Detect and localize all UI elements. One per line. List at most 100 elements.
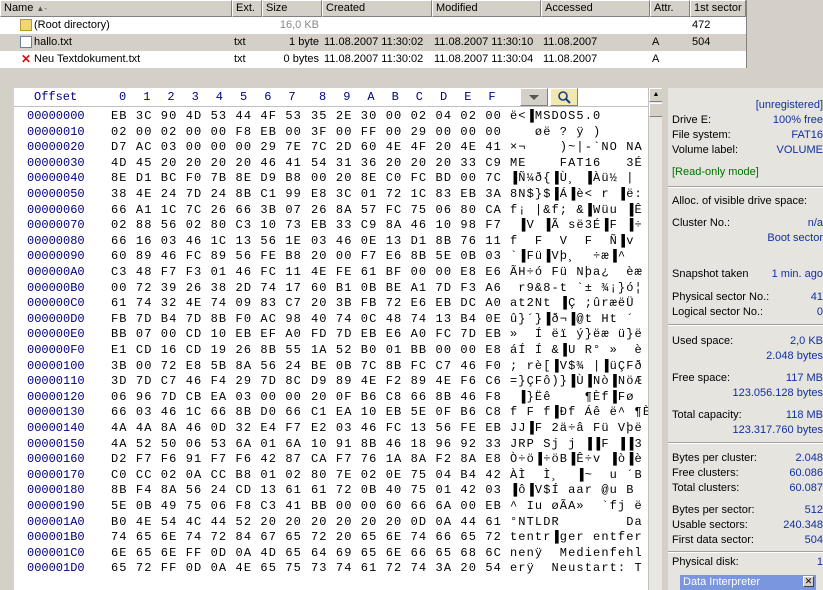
hex-bytes-high[interactable]: 60 B1 0B BE A1 7D F3 A6 bbox=[311, 280, 502, 296]
hex-row[interactable]: 00000090 60 89 46 FC 89 56 FE B8 20 00 F7 … bbox=[14, 248, 648, 264]
hex-bytes-high[interactable]: CA F7 76 1A 8A F2 8A E8 bbox=[311, 451, 502, 467]
hex-offset[interactable]: 000000A0 bbox=[27, 264, 85, 280]
hex-offset[interactable]: 00000180 bbox=[27, 482, 85, 498]
hex-row[interactable]: 000000D0 FB 7D B4 7D 8B F0 AC 98 40 74 0C … bbox=[14, 311, 648, 327]
hex-row[interactable]: 000001C0 6E 65 6E FF 0D 0A 4D 65 64 69 65 … bbox=[14, 545, 648, 561]
hex-bytes-high[interactable]: 20 00 F7 E6 8B 5E 0B 03 bbox=[311, 248, 502, 264]
hex-text[interactable]: JJ▐F 2ä÷â Fü Vþë bbox=[510, 420, 650, 436]
hex-bytes-low[interactable]: 02 88 56 02 80 C3 10 73 bbox=[111, 217, 302, 233]
hex-bytes-high[interactable]: C1 EA 10 EB 5E 0F B6 C8 bbox=[311, 404, 502, 420]
hex-offset[interactable]: 000000D0 bbox=[27, 311, 85, 327]
col-size-header[interactable]: Size bbox=[262, 0, 322, 17]
hex-row[interactable]: 000000A0 C3 48 F7 F3 01 46 FC 11 4E FE 61 … bbox=[14, 264, 648, 280]
col-name-header[interactable]: Name ▲- bbox=[0, 0, 232, 17]
hex-row[interactable]: 00000170 C0 CC 02 0A CC B8 01 02 80 7E 02 … bbox=[14, 467, 648, 483]
hex-bytes-low[interactable]: D7 AC 03 00 00 00 29 7E bbox=[111, 139, 302, 155]
hex-bytes-high[interactable]: 61 72 0B 40 75 01 42 03 bbox=[311, 482, 502, 498]
hex-vertical-scrollbar[interactable]: ▲ bbox=[648, 88, 662, 590]
hex-offset[interactable]: 000001A0 bbox=[27, 514, 85, 530]
hex-bytes-high[interactable]: 54 31 36 20 20 20 33 C9 bbox=[311, 155, 502, 171]
hex-bytes-low[interactable]: D2 F7 F6 91 F7 F6 42 87 bbox=[111, 451, 302, 467]
hex-bytes-high[interactable]: 40 74 0C 48 74 13 B4 0E bbox=[311, 311, 502, 327]
hex-offset[interactable]: 00000150 bbox=[27, 436, 85, 452]
hex-bytes-high[interactable]: BE 0B 7C 8B FC C7 46 F0 bbox=[311, 358, 502, 374]
file-list[interactable]: Name ▲- Ext. Size Created Modified Acces… bbox=[0, 0, 747, 68]
hex-text[interactable]: ; rè[▐V$¾ |▐üÇFð bbox=[510, 358, 650, 374]
hex-bytes-high[interactable]: EB 33 C9 8A 46 10 98 F7 bbox=[311, 217, 502, 233]
hex-bytes-high[interactable]: 64 69 65 6E 66 65 68 6C bbox=[311, 545, 502, 561]
hex-row[interactable]: 000000F0 E1 CD 16 CD 19 26 8B 55 1A 52 B0 … bbox=[14, 342, 648, 358]
hex-row[interactable]: 000000E0 BB 07 00 CD 10 EB EF A0 FD 7D EB … bbox=[14, 326, 648, 342]
hex-row[interactable]: 00000040 8E D1 BC F0 7B 8E D9 B8 00 20 8E … bbox=[14, 170, 648, 186]
hex-offset[interactable]: 000000C0 bbox=[27, 295, 85, 311]
hex-offset[interactable]: 000001D0 bbox=[27, 560, 85, 576]
hex-bytes-high[interactable]: 72 20 65 6E 74 66 65 72 bbox=[311, 529, 502, 545]
hex-bytes-low[interactable]: 4A 4A 8A 46 0D 32 E4 F7 bbox=[111, 420, 302, 436]
hex-bytes-high[interactable]: 3F 00 FF 00 29 00 00 00 bbox=[311, 124, 502, 140]
hex-row[interactable]: 000000C0 61 74 32 4E 74 09 83 C7 20 3B FB … bbox=[14, 295, 648, 311]
col-created-header[interactable]: Created bbox=[322, 0, 432, 17]
hex-row[interactable]: 00000100 3B 00 72 E8 5B 8A 56 24 BE 0B 7C … bbox=[14, 358, 648, 374]
hex-bytes-low[interactable]: 66 A1 1C 7C 26 66 3B 07 bbox=[111, 202, 302, 218]
hex-row[interactable]: 000001D0 65 72 FF 0D 0A 4E 65 75 73 74 61 … bbox=[14, 560, 648, 576]
hex-text[interactable]: f¡ |&f; &▐Wüu ▐Ê bbox=[510, 202, 650, 218]
hex-offset[interactable]: 00000050 bbox=[27, 186, 85, 202]
hex-row[interactable]: 00000010 02 00 02 00 00 F8 EB 00 3F 00 FF … bbox=[14, 124, 648, 140]
hex-bytes-high[interactable]: 20 0F B6 C8 66 8B 46 F8 bbox=[311, 389, 502, 405]
hex-text[interactable]: áÍ Í &▐U R° » è bbox=[510, 342, 650, 358]
hex-bytes-high[interactable]: 20 3B FB 72 E6 EB DC A0 bbox=[311, 295, 502, 311]
hex-bytes-high[interactable]: FD 7D EB E6 A0 FC 7D EB bbox=[311, 326, 502, 342]
hex-bytes-high[interactable]: E2 03 46 FC 13 56 FE EB bbox=[311, 420, 502, 436]
hex-text[interactable]: =}ÇFô)}▐Ù▐Nò▐NöÆ bbox=[510, 373, 650, 389]
hex-offset[interactable]: 00000100 bbox=[27, 358, 85, 374]
hex-offset[interactable]: 000000B0 bbox=[27, 280, 85, 296]
hex-text[interactable]: f F V F Ñ▐v bbox=[510, 233, 650, 249]
hex-row[interactable]: 00000060 66 A1 1C 7C 26 66 3B 07 26 8A 57 … bbox=[14, 202, 648, 218]
hex-text[interactable]: °NTLDR Da bbox=[510, 514, 650, 530]
hex-bytes-low[interactable]: 38 4E 24 7D 24 8B C1 99 bbox=[111, 186, 302, 202]
hex-offset[interactable]: 00000120 bbox=[27, 389, 85, 405]
hex-offset[interactable]: 00000070 bbox=[27, 217, 85, 233]
col-accessed-header[interactable]: Accessed bbox=[541, 0, 650, 17]
hex-offset[interactable]: 00000140 bbox=[27, 420, 85, 436]
hex-bytes-low[interactable]: EB 3C 90 4D 53 44 4F 53 bbox=[111, 108, 302, 124]
hex-offset[interactable]: 00000130 bbox=[27, 404, 85, 420]
file-row[interactable]: hallo.txt txt 1 byte 11.08.2007 11:30:02 11.… bbox=[0, 34, 746, 51]
hex-text[interactable]: r9&8-t `± ¾¡}ó¦ bbox=[510, 280, 650, 296]
hex-bytes-low[interactable]: 60 89 46 FC 89 56 FE B8 bbox=[111, 248, 302, 264]
hex-row[interactable]: 00000180 8B F4 8A 56 24 CD 13 61 61 72 0B … bbox=[14, 482, 648, 498]
hex-bytes-high[interactable]: 20 20 20 20 0D 0A 44 61 bbox=[311, 514, 502, 530]
hex-text[interactable]: ë<▐MSDOS5.0 bbox=[510, 108, 650, 124]
hex-bytes-high[interactable]: 00 20 8E C0 FC BD 00 7C bbox=[311, 170, 502, 186]
hex-bytes-high[interactable]: D9 89 4E F2 89 4E F6 C6 bbox=[311, 373, 502, 389]
hex-bytes-low[interactable]: 65 72 FF 0D 0A 4E 65 75 bbox=[111, 560, 302, 576]
hex-bytes-high[interactable]: E8 3C 01 72 1C 83 EB 3A bbox=[311, 186, 502, 202]
hex-bytes-low[interactable]: 66 16 03 46 1C 13 56 1E bbox=[111, 233, 302, 249]
hex-text[interactable]: `▐Fü▐Vþ¸ ÷æ▐^ bbox=[510, 248, 650, 264]
close-icon[interactable]: ✕ bbox=[803, 576, 814, 587]
hex-offset[interactable]: 000000F0 bbox=[27, 342, 85, 358]
hex-row[interactable]: 00000030 4D 45 20 20 20 20 46 41 54 31 36 … bbox=[14, 155, 648, 171]
hex-offset[interactable]: 00000060 bbox=[27, 202, 85, 218]
hex-offset[interactable]: 00000160 bbox=[27, 451, 85, 467]
hex-text[interactable]: ÃH÷ó Fü Nþa¿ èæ bbox=[510, 264, 650, 280]
hex-row[interactable]: 000001A0 B0 4E 54 4C 44 52 20 20 20 20 20 … bbox=[14, 514, 648, 530]
hex-text[interactable]: at2Nt ▐Ç ;ûræëÜ bbox=[510, 295, 650, 311]
hex-offset[interactable]: 00000190 bbox=[27, 498, 85, 514]
hex-offset[interactable]: 00000090 bbox=[27, 248, 85, 264]
hex-bytes-low[interactable]: 3D 7D C7 46 F4 29 7D 8C bbox=[111, 373, 302, 389]
hex-bytes-low[interactable]: 8B F4 8A 56 24 CD 13 61 bbox=[111, 482, 302, 498]
hex-bytes-low[interactable]: 5E 0B 49 75 06 F8 C3 41 bbox=[111, 498, 302, 514]
hex-row[interactable]: 00000120 06 96 7D CB EA 03 00 00 20 0F B6 … bbox=[14, 389, 648, 405]
hex-bytes-low[interactable]: 6E 65 6E FF 0D 0A 4D 65 bbox=[111, 545, 302, 561]
hex-bytes-high[interactable]: 26 8A 57 FC 75 06 80 CA bbox=[311, 202, 502, 218]
hex-offset[interactable]: 00000080 bbox=[27, 233, 85, 249]
hex-bytes-high[interactable]: 80 7E 02 0E 75 04 B4 42 bbox=[311, 467, 502, 483]
hex-bytes-low[interactable]: 4A 52 50 06 53 6A 01 6A bbox=[111, 436, 302, 452]
hex-offset[interactable]: 000001B0 bbox=[27, 529, 85, 545]
hex-row[interactable]: 00000140 4A 4A 8A 46 0D 32 E4 F7 E2 03 46 … bbox=[14, 420, 648, 436]
hex-text[interactable]: Ò÷ö▐÷öB▐Ê÷v ▐ò▐è bbox=[510, 451, 650, 467]
hex-row[interactable]: 00000020 D7 AC 03 00 00 00 29 7E 7C 2D 60 … bbox=[14, 139, 648, 155]
hex-offset[interactable]: 000001C0 bbox=[27, 545, 85, 561]
hex-text[interactable]: ME FAT16 3É bbox=[510, 155, 650, 171]
